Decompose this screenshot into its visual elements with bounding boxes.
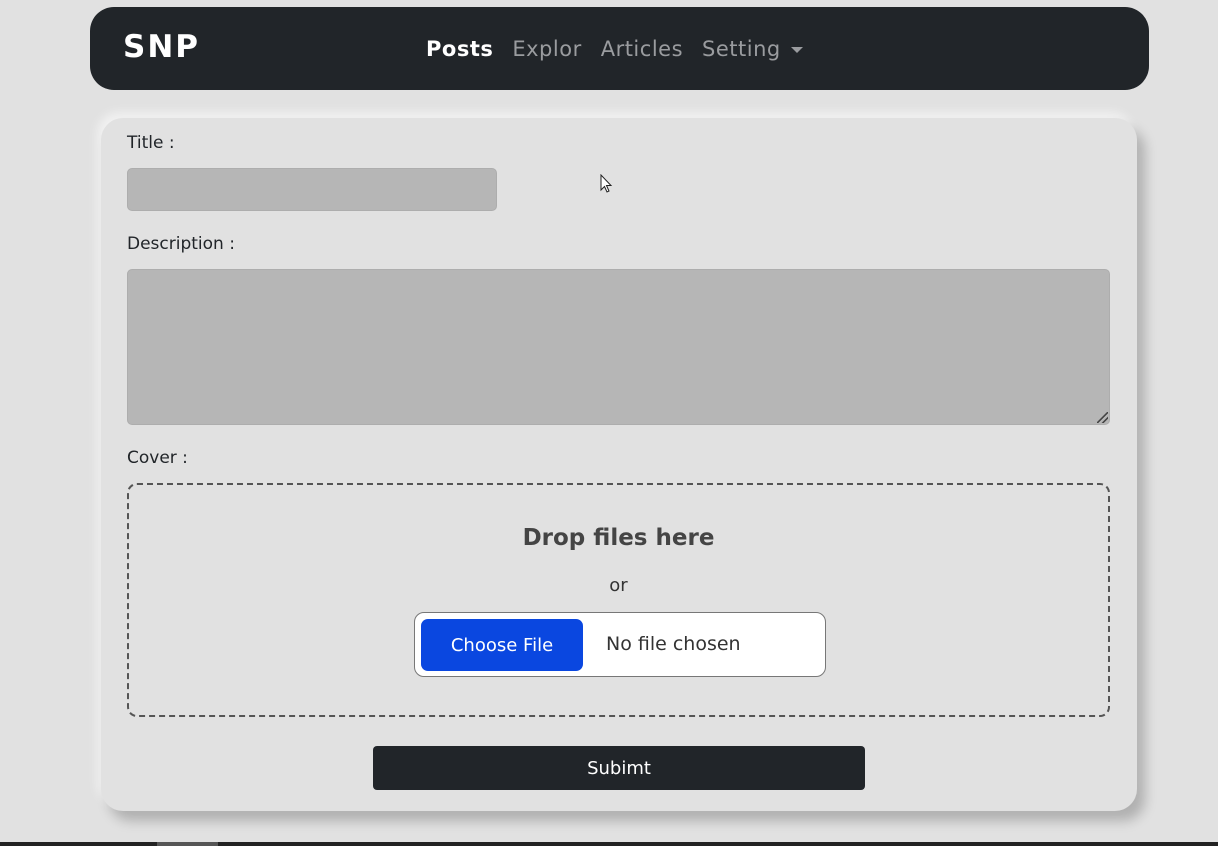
dropzone-or: or xyxy=(609,575,628,596)
nav-link-setting-dropdown[interactable]: Setting xyxy=(702,37,803,61)
nav-link-setting-label: Setting xyxy=(702,36,781,61)
nav-link-explor[interactable]: Explor xyxy=(512,37,581,61)
nav-link-posts[interactable]: Posts xyxy=(426,37,493,61)
file-status: No file chosen xyxy=(606,633,741,655)
submit-button[interactable]: Subimt xyxy=(373,746,865,790)
nav-links: Posts Explor Articles Setting xyxy=(426,7,803,90)
description-label: Description : xyxy=(127,234,235,254)
file-input[interactable]: Choose File No file chosen xyxy=(414,612,826,677)
mouse-cursor-icon xyxy=(600,174,613,193)
nav-link-articles[interactable]: Articles xyxy=(601,37,683,61)
navbar: SNP Posts Explor Articles Setting xyxy=(90,7,1149,90)
description-textarea[interactable] xyxy=(127,269,1110,425)
taskbar-item[interactable] xyxy=(157,842,218,846)
dropzone-title: Drop files here xyxy=(522,525,715,551)
brand-logo[interactable]: SNP xyxy=(123,27,200,67)
post-form-card: Title : Description : Cover : Drop files… xyxy=(101,118,1137,811)
resize-grip-icon[interactable] xyxy=(1097,412,1108,423)
cover-dropzone[interactable]: Drop files here or Choose File No file c… xyxy=(127,483,1110,717)
caret-down-icon xyxy=(790,46,803,53)
choose-file-button[interactable]: Choose File xyxy=(421,619,583,671)
cover-label: Cover : xyxy=(127,448,188,468)
title-input[interactable] xyxy=(127,168,497,211)
title-label: Title : xyxy=(127,133,175,153)
